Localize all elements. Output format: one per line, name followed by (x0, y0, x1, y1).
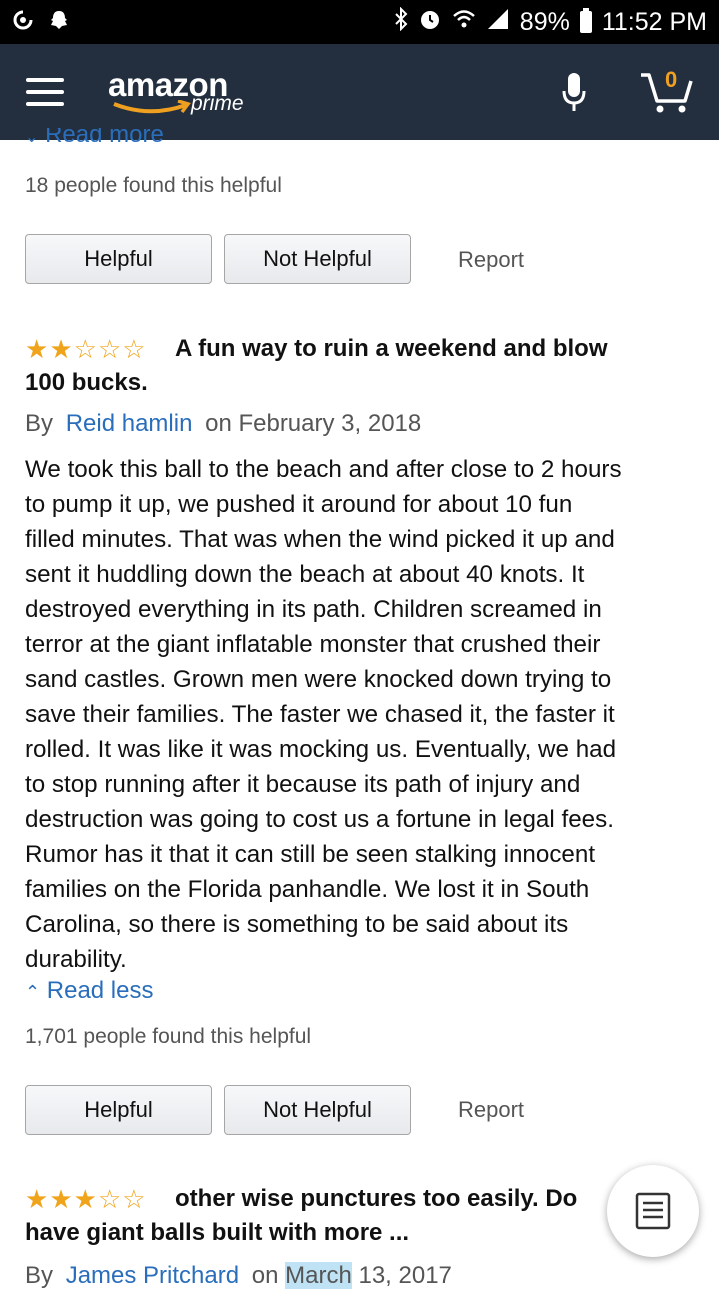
review-body: We took this ball to the beach and after… (25, 452, 697, 977)
body-line: Carolina, so there is something to be sa… (25, 911, 569, 938)
cart-count: 0 (665, 67, 678, 92)
signal-icon (486, 8, 510, 37)
chevron-down-icon: ⌄ (25, 129, 39, 146)
body-line: families on the Florida panhandle. We lo… (25, 876, 590, 903)
star-empty-icon: ☆ (97, 334, 122, 364)
body-line: We took this ball to the beach and after… (25, 456, 622, 483)
helpful-button[interactable]: Helpful (25, 234, 212, 284)
status-bar: 89% 11:52 PM (0, 0, 719, 44)
clock: 11:52 PM (601, 7, 707, 36)
bluetooth-icon (394, 6, 408, 38)
report-link[interactable]: Report (458, 247, 524, 273)
star-full-icon: ★ (49, 334, 73, 364)
battery-icon (579, 8, 592, 33)
menu-icon[interactable] (26, 78, 64, 106)
review-date: on February 3, 2018 (205, 410, 422, 437)
star-full-icon: ★ (25, 334, 49, 364)
star-empty-icon: ☆ (122, 334, 146, 364)
chevron-up-icon: ⌃ (25, 982, 41, 1002)
microphone-icon[interactable] (561, 71, 587, 113)
star-empty-icon: ☆ (122, 1184, 146, 1214)
star-full-icon: ★ (49, 1184, 73, 1214)
helpful-count: 18 people found this helpful (25, 174, 282, 197)
body-line: destroyed everything in its path. Childr… (25, 596, 602, 623)
logo-sub: prime (191, 92, 244, 115)
helpful-count: 1,701 people found this helpful (25, 1025, 312, 1048)
sync-icon (12, 9, 34, 35)
by-label: By (25, 1262, 54, 1289)
author-link[interactable]: Reid hamlin (66, 410, 193, 437)
review-byline: By James Pritchard on March 13, 2017 (25, 1262, 452, 1290)
report-link[interactable]: Report (458, 1097, 524, 1123)
review-title-cont[interactable]: 100 bucks. (25, 366, 148, 400)
body-line: destruction was going to cost us a fortu… (25, 806, 614, 833)
app-header: amazon prime 0 (0, 44, 719, 140)
battery-percent: 89% (519, 7, 570, 36)
author-link[interactable]: James Pritchard (66, 1262, 239, 1289)
star-rating: ★ ★ ★ ☆ ☆ (25, 1186, 146, 1212)
notes-fab-button[interactable] (607, 1165, 699, 1257)
smile-arrow-icon (113, 100, 191, 114)
snapchat-icon (48, 9, 70, 35)
review-date: on (251, 1262, 279, 1289)
cart-icon[interactable]: 0 (639, 67, 693, 115)
star-full-icon: ★ (73, 1184, 97, 1214)
star-empty-icon: ☆ (73, 334, 97, 364)
body-line: filled minutes. That was when the wind p… (25, 526, 615, 553)
review-byline: By Reid hamlin on February 3, 2018 (25, 410, 421, 438)
review-title[interactable]: other wise punctures too easily. Do (175, 1182, 577, 1216)
not-helpful-button[interactable]: Not Helpful (224, 1085, 411, 1135)
body-line: Rumor has it that it can still be seen s… (25, 841, 596, 868)
document-list-icon (635, 1192, 671, 1230)
body-line: to stop running after it because its pat… (25, 771, 581, 798)
review-date-rest: 13, 2017 (358, 1262, 452, 1289)
by-label: By (25, 410, 54, 437)
review-title[interactable]: A fun way to ruin a weekend and blow (175, 332, 608, 366)
body-line: terror at the giant inflatable monster t… (25, 631, 601, 658)
body-line: save their families. The faster we chase… (25, 701, 615, 728)
review-title-cont[interactable]: have giant balls built with more ... (25, 1216, 409, 1250)
read-more-link[interactable]: ⌄ Read more (25, 128, 164, 154)
star-full-icon: ★ (25, 1184, 49, 1214)
star-empty-icon: ☆ (97, 1184, 122, 1214)
body-line: sent it huddling down the beach at about… (25, 561, 585, 588)
body-line: to pump it up, we pushed it around for a… (25, 491, 573, 518)
body-line: sand castles. Grown men were knocked dow… (25, 666, 612, 693)
alarm-icon (418, 7, 442, 38)
amazon-prime-logo[interactable]: amazon prime (108, 64, 258, 120)
body-line: rolled. It was like it was mocking us. E… (25, 736, 617, 763)
star-rating: ★ ★ ☆ ☆ ☆ (25, 336, 146, 362)
wifi-icon (452, 8, 476, 37)
read-less-label: Read less (46, 977, 154, 1004)
body-line: durability. (25, 946, 127, 973)
selected-text: March (285, 1262, 352, 1289)
helpful-button[interactable]: Helpful (25, 1085, 212, 1135)
read-less-link[interactable]: ⌃ Read less (25, 977, 154, 1005)
not-helpful-button[interactable]: Not Helpful (224, 234, 411, 284)
